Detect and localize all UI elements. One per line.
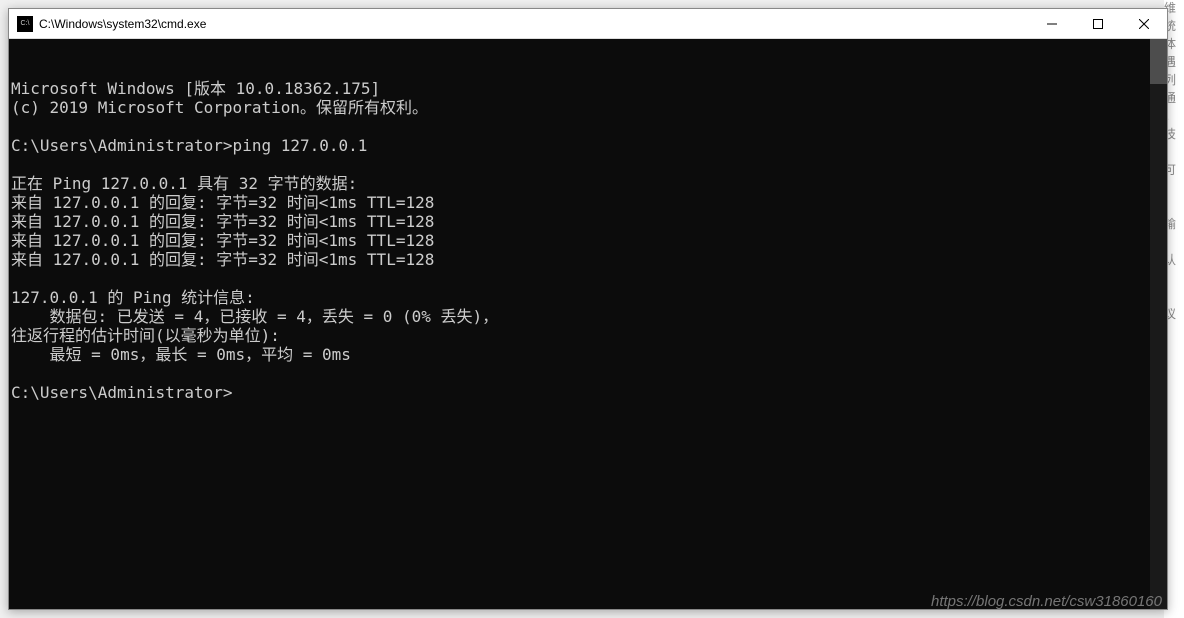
console-line: C:\Users\Administrator>ping 127.0.0.1 (11, 136, 1167, 155)
minimize-button[interactable] (1029, 9, 1075, 39)
console-line: 来自 127.0.0.1 的回复: 字节=32 时间<1ms TTL=128 (11, 250, 1167, 269)
close-button[interactable] (1121, 9, 1167, 39)
console-line: 往返行程的估计时间(以毫秒为单位): (11, 326, 1167, 345)
window-controls (1029, 9, 1167, 38)
scroll-thumb[interactable] (1150, 39, 1167, 84)
maximize-button[interactable] (1075, 9, 1121, 39)
console-line: C:\Users\Administrator> (11, 383, 1167, 402)
console-line: 来自 127.0.0.1 的回复: 字节=32 时间<1ms TTL=128 (11, 231, 1167, 250)
scrollbar[interactable] (1150, 39, 1167, 609)
console-line: 数据包: 已发送 = 4，已接收 = 4，丢失 = 0 (0% 丢失)， (11, 307, 1167, 326)
title-bar[interactable]: C:\Windows\system32\cmd.exe (9, 9, 1167, 39)
console-line (11, 155, 1167, 174)
console-line (11, 269, 1167, 288)
cmd-icon (17, 16, 33, 32)
window-title: C:\Windows\system32\cmd.exe (39, 17, 1029, 31)
cmd-window: C:\Windows\system32\cmd.exe Microsoft Wi… (8, 8, 1168, 610)
console-line: 来自 127.0.0.1 的回复: 字节=32 时间<1ms TTL=128 (11, 212, 1167, 231)
console-line: 正在 Ping 127.0.0.1 具有 32 字节的数据: (11, 174, 1167, 193)
console-line: Microsoft Windows [版本 10.0.18362.175] (11, 79, 1167, 98)
console-line: 127.0.0.1 的 Ping 统计信息: (11, 288, 1167, 307)
console-line: (c) 2019 Microsoft Corporation。保留所有权利。 (11, 98, 1167, 117)
console-line (11, 117, 1167, 136)
console-line: 来自 127.0.0.1 的回复: 字节=32 时间<1ms TTL=128 (11, 193, 1167, 212)
console-output[interactable]: Microsoft Windows [版本 10.0.18362.175](c)… (9, 39, 1167, 609)
console-line (11, 364, 1167, 383)
console-line: 最短 = 0ms，最长 = 0ms，平均 = 0ms (11, 345, 1167, 364)
